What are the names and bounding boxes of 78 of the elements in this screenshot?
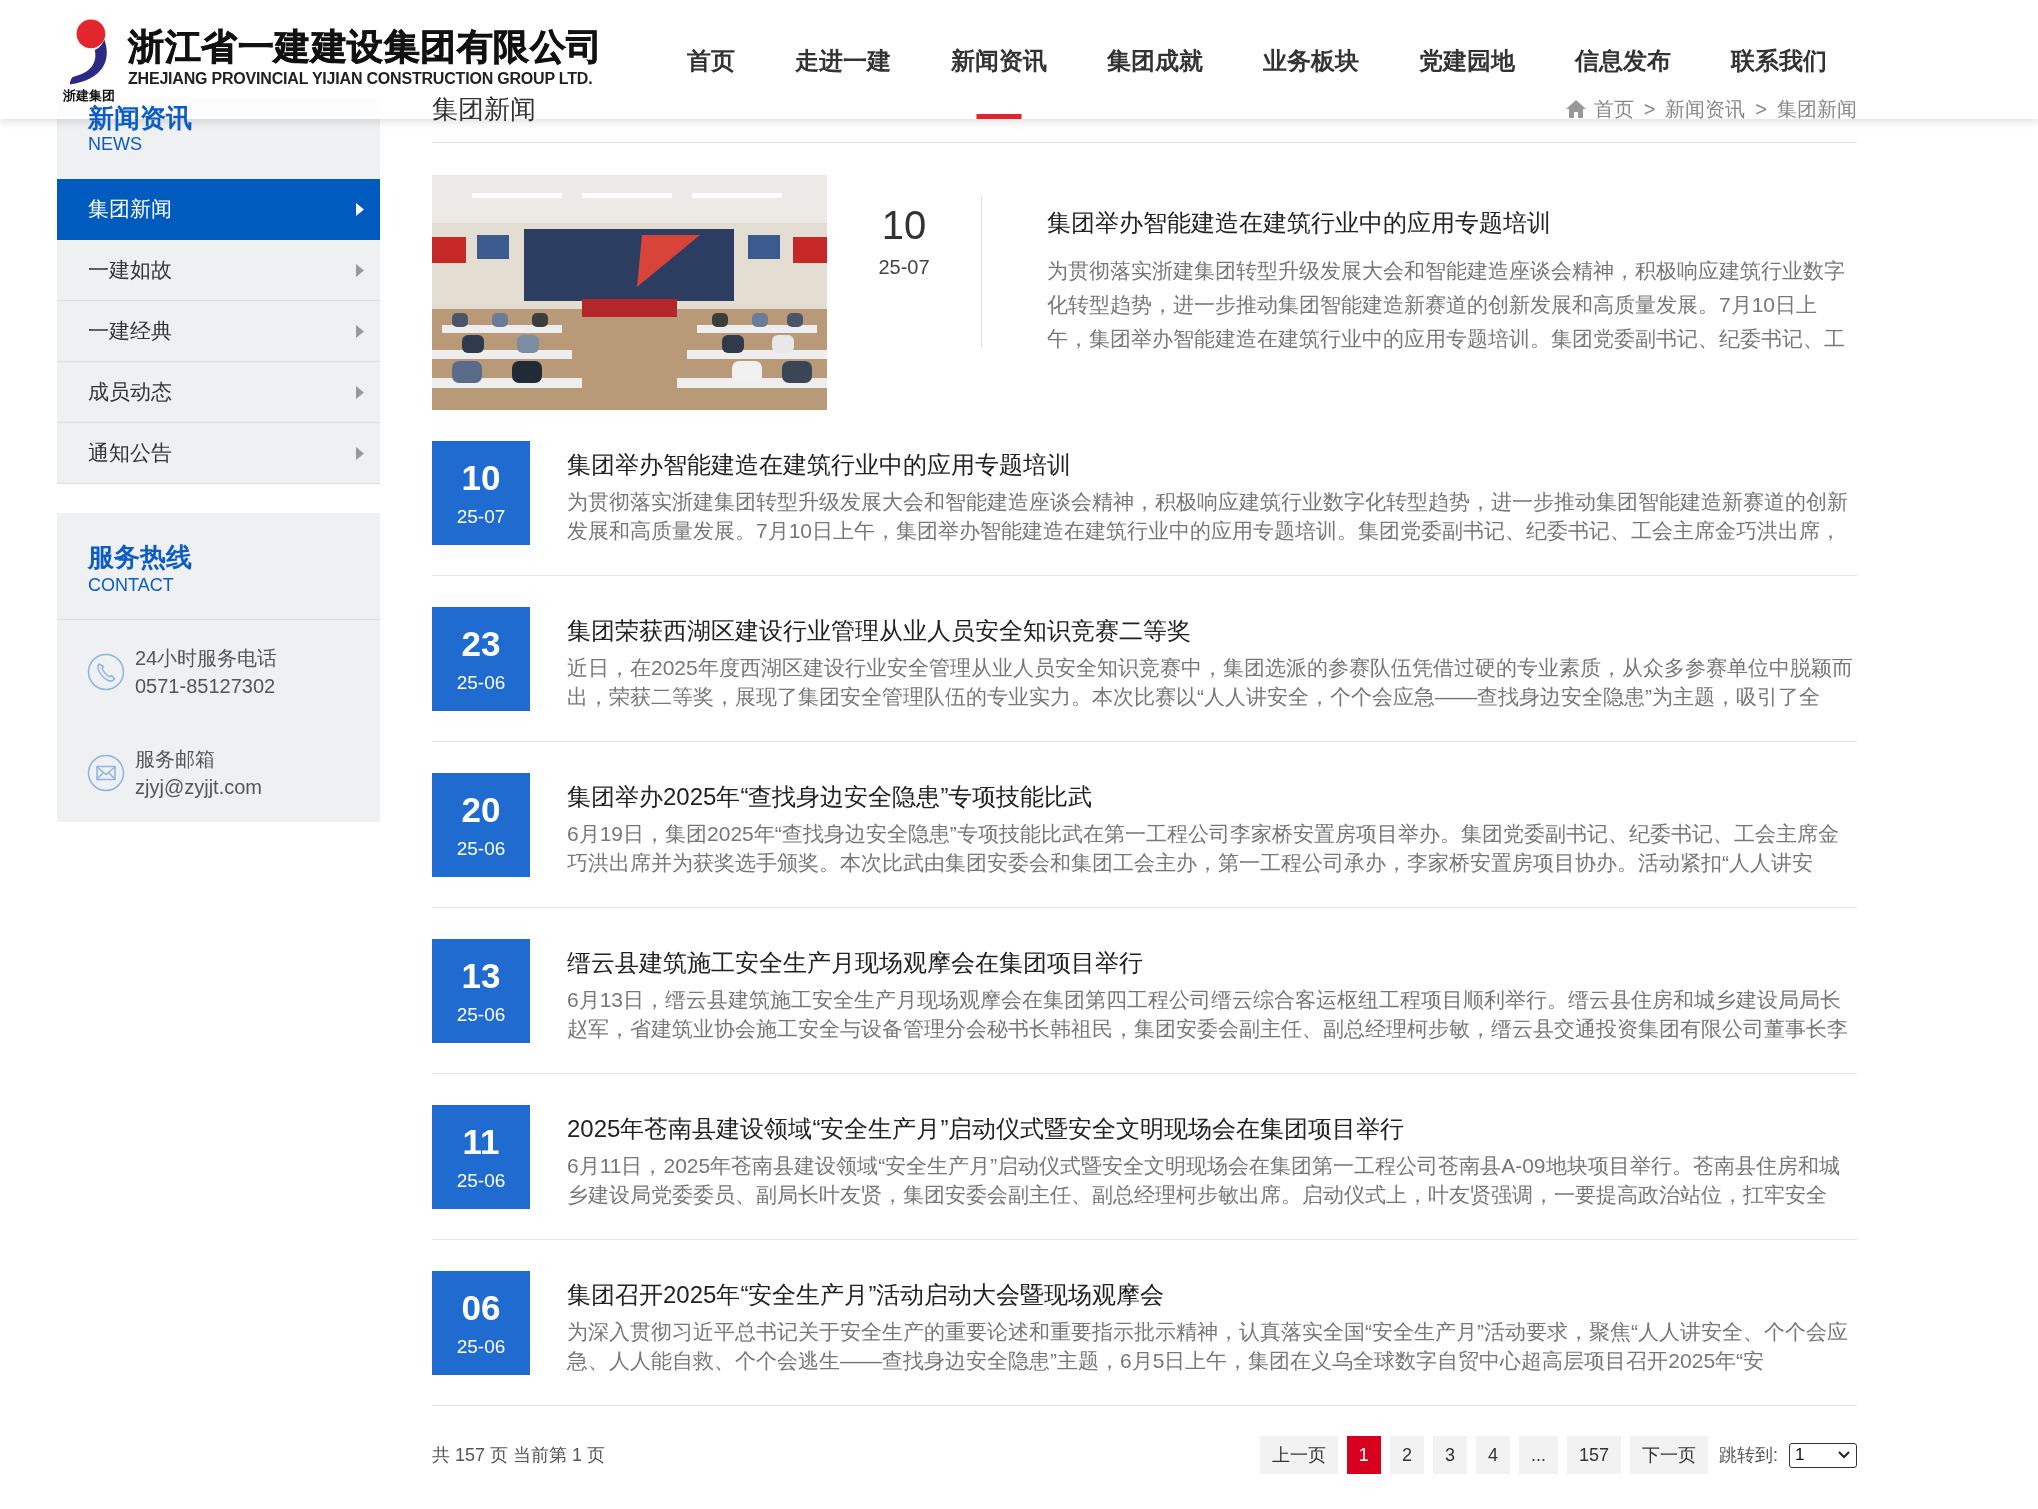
nav-tab[interactable]: 首页 <box>687 46 735 76</box>
logo-caption: 浙建集团 <box>63 88 115 104</box>
article-summary: 近日，在2025年度西湖区建设行业安全管理从业人员安全知识竞赛中，集团选派的参赛队伍凭借过硬的专业素质，从众多参赛单位中脱颖而出，荣获二等奖，展现了集团安全管理队伍的专业实力。本次比赛以“人人讲安全，个个会应急——查找身边安全隐患”为主题，吸引了全 <box>567 655 1854 710</box>
article-title[interactable]: 缙云县建筑施工安全生产月现场观摩会在集团项目举行 <box>567 948 1143 978</box>
page-button[interactable]: 4 <box>1475 1436 1510 1474</box>
nav-tab[interactable]: 信息发布 <box>1575 46 1671 76</box>
nav-tab[interactable]: 走进一建 <box>795 46 891 76</box>
nav-tab[interactable]: 新闻资讯 <box>951 46 1047 119</box>
date-month: 25-06 <box>456 1003 506 1027</box>
breadcrumb-separator: > <box>1643 97 1656 122</box>
company-name-english: ZHEJIANG PROVINCIAL YIJIAN CONSTRUCTION GROUP LTD. <box>128 70 593 88</box>
nav-tab[interactable]: 党建园地 <box>1419 46 1515 76</box>
nav-tab[interactable]: 业务板块 <box>1263 46 1359 76</box>
date-month: 25-06 <box>456 671 506 695</box>
contact-label: 24小时服务电话 <box>135 646 278 671</box>
date-day: 10 <box>461 458 501 498</box>
caret-icon <box>1838 1451 1850 1459</box>
article-title[interactable]: 集团荣获西湖区建设行业管理从业人员安全知识竞赛二等奖 <box>567 616 1191 646</box>
article-summary: 6月13日，缙云县建筑施工安全生产月现场观摩会在集团第四工程公司缙云综合客运枢纽工程项目顺利举行。缙云县住房和城乡建设局局长赵军，省建筑业协会施工安全与设备管理分会秘书长韩祖民，集团安委会副主任、副总经理柯步敏，缙云县交通投资集团有限公司董事长李 <box>567 987 1849 1042</box>
page-title: 集团新闻 <box>432 93 536 125</box>
next-page-button[interactable]: 下一页 <box>1630 1436 1708 1474</box>
article-summary: 为贯彻落实浙建集团转型升级发展大会和智能建造座谈会精神，积极响应建筑行业数字化转型趋势，进一步推动集团智能建造新赛道的创新发展和高质量发展。7月10日上午，集团举办智能建造在建筑行业中的应用专题培训。集团党委副书记、纪委书记、工 <box>1047 258 1846 352</box>
date-day: 20 <box>461 790 501 830</box>
date-month: 25-06 <box>456 837 506 861</box>
nav-tab[interactable]: 集团成就 <box>1107 46 1203 76</box>
company-name: 浙江省一建建设集团有限公司 <box>128 27 603 67</box>
article-title[interactable]: 集团召开2025年“安全生产月”活动启动大会暨现场观摩会 <box>567 1280 1165 1310</box>
sidebar-item[interactable]: 成员动态 <box>57 362 380 423</box>
page-button[interactable]: 2 <box>1389 1436 1424 1474</box>
article-title[interactable]: 2025年苍南县建设领域“安全生产月”启动仪式暨安全文明现场会在集团项目举行 <box>567 1114 1405 1144</box>
contact-title: 服务热线 <box>88 541 192 573</box>
article-title[interactable]: 集团举办2025年“查找身边安全隐患”专项技能比武 <box>567 782 1093 812</box>
phone-icon <box>87 653 125 691</box>
date-month: 25-07 <box>456 505 506 529</box>
caret-icon <box>356 446 364 460</box>
caret-icon <box>356 324 364 338</box>
date-day: 11 <box>462 1122 500 1162</box>
page-select[interactable]: 1 <box>1789 1442 1857 1468</box>
date-month: 25-07 <box>878 255 930 280</box>
caret-icon <box>356 385 364 399</box>
section-subtitle: NEWS <box>88 134 142 154</box>
article-summary: 6月19日，集团2025年“查找身边安全隐患”专项技能比武在第一工程公司李家桥安置房项目举办。集团党委副书记、纪委书记、工会主席金巧洪出席并为获奖选手颁奖。本次比武由集团安委会和集团工会主办，第一工程公司承办，李家桥安置房项目协办。活动紧扣“人人讲安 <box>567 821 1840 876</box>
date-day: 06 <box>461 1288 501 1328</box>
page-button[interactable]: 1 <box>1346 1436 1381 1474</box>
caret-icon <box>356 263 364 277</box>
date-month: 25-06 <box>456 1169 506 1193</box>
breadcrumb-link[interactable]: 首页 <box>1593 96 1634 122</box>
article-summary: 为深入贯彻习近平总书记关于安全生产的重要论述和重要指示批示精神，认真落实全国“安全生产月”活动要求，聚焦“人人讲安全、个个会应急、人人能自救、个个会逃生——查找身边安全隐患”主题，6月5日上午，集团在义乌全球数字自贸中心超高层项目召开2025年“安 <box>567 1319 1849 1374</box>
page-button[interactable]: ... <box>1518 1436 1558 1474</box>
date-day: 13 <box>461 956 501 996</box>
sidebar-item[interactable]: 集团新闻 <box>57 179 380 240</box>
contact-value: zjyj@zyjjt.com <box>135 775 262 800</box>
breadcrumb-separator: > <box>1755 97 1767 122</box>
page-button[interactable]: 157 <box>1566 1436 1621 1474</box>
article-summary: 6月11日，2025年苍南县建设领域“安全生产月”启动仪式暨安全文明现场会在集团第一工程公司苍南县A-09地块项目举行。苍南县住房和城乡建设局党委委员、副局长叶友贤，集团安委会副主任、副总经理柯步敏出席。启动仪式上，叶友贤强调，一要提高政治站位，扛牢安全 <box>567 1153 1841 1208</box>
page-count: 共 157 页 当前第 1 页 <box>432 1443 606 1467</box>
date-day: 23 <box>461 624 501 664</box>
contact-label: 服务邮箱 <box>135 747 215 772</box>
caret-icon <box>356 202 364 216</box>
date-day: 10 <box>881 201 927 249</box>
page-button[interactable]: 3 <box>1432 1436 1467 1474</box>
section-title: 新闻资讯 <box>88 102 192 134</box>
prev-page-button[interactable]: 上一页 <box>1259 1436 1338 1474</box>
contact-value: 0571-85127302 <box>135 674 276 699</box>
date-month: 25-06 <box>456 1335 506 1359</box>
sidebar-item[interactable]: 一建如故 <box>57 240 380 301</box>
contact-subtitle: CONTACT <box>88 575 174 595</box>
article-title[interactable]: 集团举办智能建造在建筑行业中的应用专题培训 <box>1047 207 1551 239</box>
sidebar-item[interactable]: 一建经典 <box>57 301 380 362</box>
article-summary: 为贯彻落实浙建集团转型升级发展大会和智能建造座谈会精神，积极响应建筑行业数字化转型趋势，进一步推动集团智能建造新赛道的创新发展和高质量发展。7月10日上午，集团举办智能建造在建筑行业中的应用专题培训。集团党委副书记、纪委书记、工会主席金巧洪出席， <box>567 489 1849 544</box>
breadcrumb-current: 集团新闻 <box>1777 97 1857 122</box>
home-icon <box>1565 100 1586 118</box>
nav-tab[interactable]: 联系我们 <box>1731 46 1827 76</box>
article-title[interactable]: 集团举办智能建造在建筑行业中的应用专题培训 <box>567 450 1071 480</box>
mail-icon <box>87 754 125 792</box>
sidebar-item[interactable]: 通知公告 <box>57 423 380 484</box>
jump-label: 跳转到: <box>1719 1443 1778 1467</box>
breadcrumb-link[interactable]: 新闻资讯 <box>1665 96 1746 122</box>
